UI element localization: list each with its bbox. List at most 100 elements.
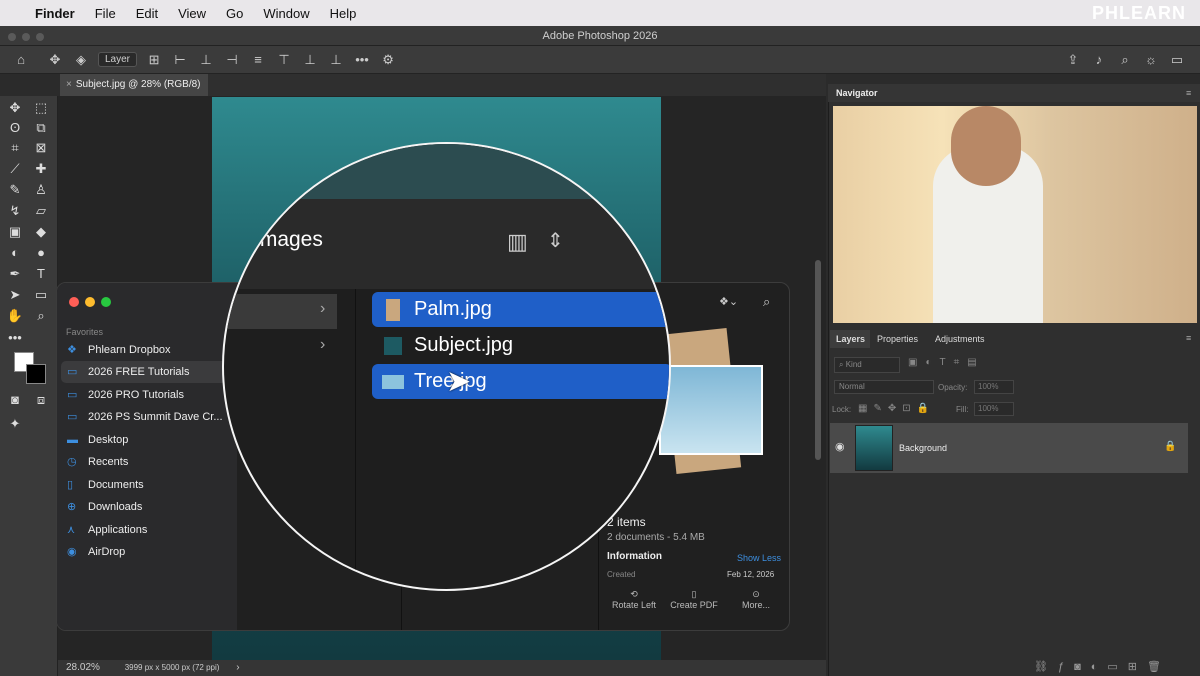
sidebar-item-phlearn-dropbox[interactable]: ❖ Phlearn Dropbox bbox=[61, 339, 229, 361]
move-tool-icon[interactable]: ✥ bbox=[42, 52, 68, 68]
lock-options-icons[interactable]: ▦✎✥⊡🔒 bbox=[858, 403, 935, 414]
blend-mode-dropdown[interactable]: Normal bbox=[834, 380, 934, 394]
layer-name[interactable]: Background bbox=[899, 443, 947, 453]
menu-window[interactable]: Window bbox=[263, 6, 309, 21]
background-color-swatch[interactable] bbox=[26, 364, 46, 384]
layer-kind-filter[interactable]: ⌕ Kind bbox=[834, 357, 900, 373]
more-button[interactable]: ⊙ More... bbox=[731, 589, 781, 610]
finder-zoom-button[interactable] bbox=[101, 297, 111, 307]
search-icon[interactable]: ⌕ bbox=[763, 294, 770, 310]
lasso-tool-icon[interactable]: ʘ bbox=[4, 118, 26, 138]
tab-layers[interactable]: Layers bbox=[830, 330, 870, 348]
eye-icon[interactable]: ◉ bbox=[835, 440, 845, 453]
menu-view[interactable]: View bbox=[178, 6, 206, 21]
eraser-icon[interactable]: ▱ bbox=[30, 201, 52, 221]
panel-menu-icon[interactable]: ≡ bbox=[1186, 333, 1191, 343]
sidebar-item-desktop[interactable]: ▬ Desktop bbox=[61, 429, 229, 451]
align-center-icon[interactable]: ⊥ bbox=[193, 52, 219, 68]
object-select-icon[interactable]: ⧉ bbox=[30, 118, 52, 138]
fill-field[interactable]: 100% bbox=[974, 402, 1014, 416]
layers-footer-icons[interactable]: ⛓ƒ◙◐▭⊞🗑 bbox=[1034, 660, 1171, 673]
close-button[interactable] bbox=[8, 33, 16, 41]
frame-tool-icon[interactable]: ⊠ bbox=[30, 138, 52, 158]
align-top-icon[interactable]: ⊤ bbox=[271, 52, 297, 68]
dodge-tool-icon[interactable]: ◐ bbox=[4, 243, 26, 263]
brush-tool-icon[interactable]: ✎ bbox=[4, 180, 26, 200]
align-left-icon[interactable]: ⊢ bbox=[167, 52, 193, 68]
blur-tool-icon[interactable]: ◆ bbox=[30, 222, 52, 242]
zoom-tool-icon[interactable]: ⌕ bbox=[30, 306, 52, 326]
sidebar-item-documents[interactable]: ▯ Documents bbox=[61, 474, 229, 496]
history-brush-icon[interactable]: ↯ bbox=[4, 201, 26, 221]
share-icon[interactable]: ⇪ bbox=[1060, 52, 1086, 68]
tab-adjustments[interactable]: Adjustments bbox=[935, 330, 985, 348]
sidebar-item-applications[interactable]: ⋏ Applications bbox=[61, 519, 229, 541]
sort-chevron-icon[interactable]: ⇕ bbox=[547, 228, 564, 253]
align-right-icon[interactable]: ⊣ bbox=[219, 52, 245, 68]
pen-tool-icon[interactable]: ✒ bbox=[4, 264, 26, 284]
gradient-icon[interactable]: ▣ bbox=[4, 222, 26, 242]
gear-icon[interactable]: ⚙ bbox=[375, 52, 401, 68]
menu-edit[interactable]: Edit bbox=[136, 6, 158, 21]
marquee-tool-icon[interactable]: ⬚ bbox=[30, 98, 52, 118]
rectangle-tool-icon[interactable]: ▭ bbox=[30, 285, 52, 305]
sidebar-item-recents[interactable]: ◷ Recents bbox=[61, 451, 229, 473]
move-tool-icon[interactable]: ✥ bbox=[4, 98, 26, 118]
tab-properties[interactable]: Properties bbox=[877, 330, 918, 348]
menu-file[interactable]: File bbox=[95, 6, 116, 21]
workspace-icon[interactable]: ▭ bbox=[1164, 52, 1190, 68]
bell-icon[interactable]: ♪ bbox=[1086, 52, 1112, 67]
navigator-title[interactable]: Navigator bbox=[828, 84, 1200, 102]
finder-minimize-button[interactable] bbox=[85, 297, 95, 307]
document-tab[interactable]: × Subject.jpg @ 28% (RGB/8) bbox=[60, 74, 208, 96]
file-row-palm[interactable]: Palm.jpg bbox=[372, 292, 669, 327]
create-pdf-button[interactable]: ▯ Create PDF bbox=[669, 589, 719, 610]
zoom-button[interactable] bbox=[36, 33, 44, 41]
file-row-tree[interactable]: Tree.jpg bbox=[372, 364, 669, 399]
sidebar-item-ps-summit[interactable]: ▭ 2026 PS Summit Dave Cr... bbox=[61, 406, 229, 428]
align-middle-icon[interactable]: ⊥ bbox=[297, 52, 323, 68]
eyedropper-icon[interactable]: ⟋ bbox=[4, 159, 26, 179]
more-options-icon[interactable]: ••• bbox=[349, 52, 375, 67]
layer-filter-icons[interactable]: ▣◐T⌗▤ bbox=[908, 357, 985, 368]
screen-mode-icon[interactable]: ⧈ bbox=[30, 390, 52, 410]
vertical-scrollbar[interactable] bbox=[815, 260, 821, 460]
healing-brush-icon[interactable]: ✚ bbox=[30, 159, 52, 179]
menu-app[interactable]: Finder bbox=[35, 6, 75, 21]
sidebar-item-pro-tutorials[interactable]: ▭ 2026 PRO Tutorials bbox=[61, 384, 229, 406]
rotate-left-button[interactable]: ⟲ Rotate Left bbox=[609, 589, 659, 610]
quick-mask-icon[interactable]: ◙ bbox=[4, 390, 26, 410]
menu-go[interactable]: Go bbox=[226, 6, 243, 21]
chevron-right-icon[interactable]: › bbox=[236, 662, 239, 673]
lock-icon[interactable]: 🔒 bbox=[1164, 441, 1176, 452]
clone-stamp-icon[interactable]: ♙ bbox=[30, 180, 52, 200]
file-row-subject[interactable]: Subject.jpg bbox=[372, 328, 669, 363]
sidebar-item-free-tutorials[interactable]: ▭ 2026 FREE Tutorials bbox=[61, 361, 229, 383]
panel-menu-icon[interactable]: ≡ bbox=[1186, 88, 1191, 98]
layer-row-background[interactable]: ◉ Background 🔒 bbox=[830, 423, 1188, 473]
crop-tool-icon[interactable]: ⌗ bbox=[4, 138, 26, 158]
hand-tool-icon[interactable]: ✋ bbox=[4, 306, 26, 326]
zoom-level[interactable]: 28.02% bbox=[66, 662, 100, 673]
more-tools-icon[interactable]: ••• bbox=[4, 328, 26, 348]
align-bottom-icon[interactable]: ⊥ bbox=[323, 52, 349, 68]
auto-select-dropdown[interactable]: Layer bbox=[98, 52, 138, 67]
menu-help[interactable]: Help bbox=[330, 6, 357, 21]
discover-icon[interactable]: ☼ bbox=[1138, 52, 1164, 67]
sidebar-item-airdrop[interactable]: ◉ AirDrop bbox=[61, 541, 229, 563]
opacity-field[interactable]: 100% bbox=[974, 380, 1014, 394]
transform-controls-icon[interactable]: ⊞ bbox=[141, 52, 167, 68]
home-icon[interactable]: ⌂ bbox=[8, 52, 34, 67]
minimize-button[interactable] bbox=[22, 33, 30, 41]
sidebar-item-downloads[interactable]: ⊕ Downloads bbox=[61, 496, 229, 518]
sponge-icon[interactable]: ● bbox=[30, 243, 52, 263]
close-tab-icon[interactable]: × bbox=[66, 79, 72, 90]
search-icon[interactable]: ⌕ bbox=[1112, 52, 1138, 68]
generative-icon[interactable]: ✦ bbox=[4, 414, 26, 434]
layers-icon[interactable]: ◈ bbox=[68, 52, 94, 68]
path-select-icon[interactable]: ➤ bbox=[4, 285, 26, 305]
distribute-icon[interactable]: ≡ bbox=[245, 52, 271, 67]
dropbox-menu-icon[interactable]: ❖⌄ bbox=[719, 295, 738, 308]
column-view-icon[interactable]: ▥ bbox=[507, 229, 528, 255]
show-less-link[interactable]: Show Less bbox=[737, 553, 781, 563]
